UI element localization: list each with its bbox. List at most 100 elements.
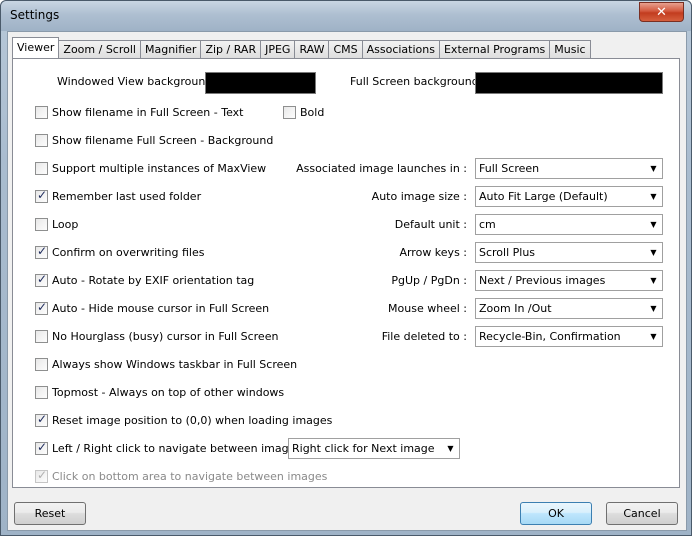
show-taskbar-option[interactable]: Always show Windows taskbar in Full Scre…	[35, 358, 297, 371]
show-filename-background-option[interactable]: Show filename Full Screen - Background	[35, 134, 273, 147]
auto-hide-cursor-option[interactable]: Auto - Hide mouse cursor in Full Screen	[35, 300, 270, 315]
click-navigation-dropdown[interactable]: Right click for Next image ▼	[288, 438, 460, 459]
left-right-click-label: Left / Right click to navigate between i…	[52, 442, 302, 455]
bold-checkbox[interactable]	[283, 106, 296, 119]
show-filename-background-label: Show filename Full Screen - Background	[52, 134, 274, 147]
tab-zip-rar[interactable]: Zip / RAR	[200, 40, 262, 58]
pgup-pgdn-dropdown[interactable]: Next / Previous images ▼	[475, 270, 663, 291]
show-taskbar-checkbox[interactable]	[35, 358, 48, 371]
file-deleted-dropdown[interactable]: Recycle-Bin, Confirmation ▼	[475, 326, 663, 347]
chevron-down-icon: ▼	[447, 444, 454, 453]
show-filename-text-option[interactable]: Show filename in Full Screen - Text	[35, 106, 243, 119]
default-unit-label: Default unit :	[394, 218, 467, 231]
default-unit-value: cm	[479, 218, 496, 231]
close-icon: ✕	[656, 4, 667, 20]
chevron-down-icon: ▼	[650, 304, 657, 313]
bold-label: Bold	[300, 106, 325, 119]
tab-music[interactable]: Music	[549, 40, 591, 58]
bottom-area-label: Click on bottom area to navigate between…	[52, 470, 328, 483]
reset-button[interactable]: Reset	[14, 502, 86, 525]
tab-viewer[interactable]: Viewer	[12, 37, 60, 58]
multiple-instances-option[interactable]: Support multiple instances of MaxView	[35, 162, 266, 175]
bottom-area-checkbox	[35, 468, 48, 483]
multiple-instances-label: Support multiple instances of MaxView	[52, 162, 267, 175]
topmost-option[interactable]: Topmost - Always on top of other windows	[35, 386, 284, 399]
chevron-down-icon: ▼	[650, 248, 657, 257]
auto-size-dropdown[interactable]: Auto Fit Large (Default) ▼	[475, 186, 663, 207]
auto-size-label: Auto image size :	[371, 190, 467, 203]
fullscreen-background-label: Full Screen background :	[350, 75, 486, 88]
remember-folder-label: Remember last used folder	[52, 190, 202, 203]
assoc-launch-dropdown[interactable]: Full Screen ▼	[475, 158, 663, 179]
confirm-overwrite-option[interactable]: Confirm on overwriting files	[35, 244, 205, 259]
auto-hide-cursor-checkbox[interactable]	[35, 300, 48, 315]
topmost-label: Topmost - Always on top of other windows	[52, 386, 285, 399]
bottom-area-option: Click on bottom area to navigate between…	[35, 468, 328, 483]
no-hourglass-checkbox[interactable]	[35, 330, 48, 343]
tab-magnifier[interactable]: Magnifier	[139, 40, 202, 58]
mouse-wheel-label: Mouse wheel :	[388, 302, 467, 315]
auto-rotate-label: Auto - Rotate by EXIF orientation tag	[52, 274, 255, 287]
pgup-pgdn-label: PgUp / PgDn :	[391, 274, 467, 287]
close-button[interactable]: ✕	[639, 2, 684, 22]
windowed-background-label: Windowed View background :	[57, 75, 220, 88]
tab-cms[interactable]: CMS	[328, 40, 363, 58]
settings-window: Settings ✕ Viewer Zoom / Scroll Magnifie…	[0, 0, 692, 536]
viewer-tab-panel: Windowed View background : Full Screen b…	[12, 58, 680, 488]
file-deleted-value: Recycle-Bin, Confirmation	[479, 330, 621, 343]
arrow-keys-dropdown[interactable]: Scroll Plus ▼	[475, 242, 663, 263]
show-filename-text-label: Show filename in Full Screen - Text	[52, 106, 244, 119]
auto-rotate-option[interactable]: Auto - Rotate by EXIF orientation tag	[35, 272, 255, 287]
loop-option[interactable]: Loop	[35, 218, 78, 231]
windowed-background-swatch[interactable]	[205, 72, 316, 94]
reset-position-checkbox[interactable]	[35, 412, 48, 427]
remember-folder-checkbox[interactable]	[35, 188, 48, 203]
topmost-checkbox[interactable]	[35, 386, 48, 399]
reset-position-option[interactable]: Reset image position to (0,0) when loadi…	[35, 412, 333, 427]
show-taskbar-label: Always show Windows taskbar in Full Scre…	[52, 358, 298, 371]
no-hourglass-label: No Hourglass (busy) cursor in Full Scree…	[52, 330, 279, 343]
left-right-click-option[interactable]: Left / Right click to navigate between i…	[35, 440, 302, 455]
tab-external-programs[interactable]: External Programs	[438, 40, 551, 58]
show-filename-background-checkbox[interactable]	[35, 134, 48, 147]
reset-position-label: Reset image position to (0,0) when loadi…	[52, 414, 333, 427]
tab-strip: Viewer Zoom / Scroll Magnifier Zip / RAR…	[12, 37, 591, 59]
chevron-down-icon: ▼	[650, 276, 657, 285]
confirm-overwrite-checkbox[interactable]	[35, 244, 48, 259]
remember-folder-option[interactable]: Remember last used folder	[35, 188, 202, 203]
show-filename-text-checkbox[interactable]	[35, 106, 48, 119]
bold-option[interactable]: Bold	[283, 106, 324, 119]
tab-associations[interactable]: Associations	[361, 40, 440, 58]
chevron-down-icon: ▼	[650, 332, 657, 341]
dialog-client-area: Viewer Zoom / Scroll Magnifier Zip / RAR…	[7, 31, 687, 531]
mouse-wheel-value: Zoom In /Out	[479, 302, 552, 315]
chevron-down-icon: ▼	[650, 220, 657, 229]
title-bar[interactable]: Settings ✕	[1, 1, 691, 31]
tab-jpeg[interactable]: JPEG	[260, 40, 296, 58]
ok-button[interactable]: OK	[520, 502, 592, 525]
pgup-pgdn-value: Next / Previous images	[479, 274, 606, 287]
cancel-button[interactable]: Cancel	[606, 502, 678, 525]
mouse-wheel-dropdown[interactable]: Zoom In /Out ▼	[475, 298, 663, 319]
auto-hide-cursor-label: Auto - Hide mouse cursor in Full Screen	[52, 302, 270, 315]
file-deleted-label: File deleted to :	[381, 330, 467, 343]
left-right-click-checkbox[interactable]	[35, 440, 48, 455]
loop-checkbox[interactable]	[35, 218, 48, 231]
loop-label: Loop	[52, 218, 79, 231]
confirm-overwrite-label: Confirm on overwriting files	[52, 246, 205, 259]
no-hourglass-option[interactable]: No Hourglass (busy) cursor in Full Scree…	[35, 330, 278, 343]
arrow-keys-value: Scroll Plus	[479, 246, 536, 259]
multiple-instances-checkbox[interactable]	[35, 162, 48, 175]
fullscreen-background-swatch[interactable]	[475, 72, 663, 94]
auto-size-value: Auto Fit Large (Default)	[479, 190, 608, 203]
tab-raw[interactable]: RAW	[294, 40, 330, 58]
chevron-down-icon: ▼	[650, 164, 657, 173]
assoc-launch-value: Full Screen	[479, 162, 540, 175]
assoc-launch-label: Associated image launches in :	[296, 162, 467, 175]
tab-zoom-scroll[interactable]: Zoom / Scroll	[58, 40, 141, 58]
auto-rotate-checkbox[interactable]	[35, 272, 48, 287]
default-unit-dropdown[interactable]: cm ▼	[475, 214, 663, 235]
window-title: Settings	[10, 8, 60, 22]
click-navigation-value: Right click for Next image	[292, 442, 435, 455]
arrow-keys-label: Arrow keys :	[399, 246, 467, 259]
